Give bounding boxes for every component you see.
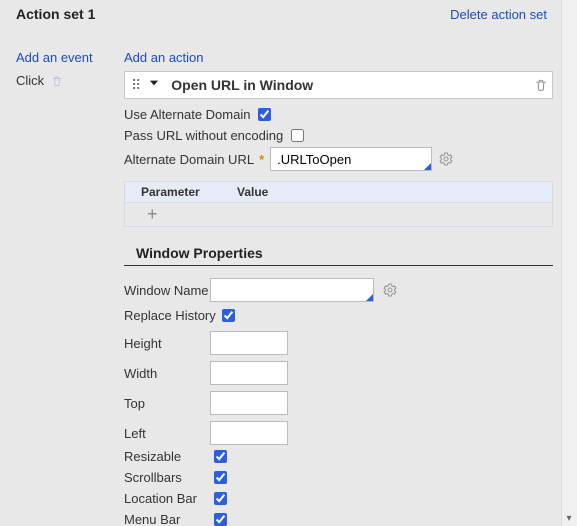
parameters-header: Parameter Value (124, 181, 553, 203)
menu-bar-row: Menu Bar (124, 510, 553, 526)
window-name-gear-icon[interactable] (380, 280, 400, 300)
top-input[interactable] (210, 391, 288, 415)
delete-event-icon[interactable] (50, 74, 64, 88)
scrollbars-label: Scrollbars (124, 470, 210, 485)
use-alt-domain-checkbox[interactable] (258, 108, 271, 121)
pass-url-checkbox[interactable] (291, 129, 304, 142)
header: Action set 1 Delete action set (0, 0, 577, 28)
height-input[interactable] (210, 331, 288, 355)
replace-history-label: Replace History (124, 308, 216, 323)
event-item-label: Click (16, 73, 44, 88)
scroll-down-icon[interactable]: ▾ (563, 512, 575, 524)
location-bar-label: Location Bar (124, 491, 210, 506)
action-type-label: Open URL in Window (167, 77, 530, 93)
resizable-checkbox[interactable] (214, 450, 227, 463)
window-name-input[interactable] (210, 278, 374, 302)
top-row: Top (124, 391, 553, 415)
replace-history-row: Replace History (124, 306, 553, 325)
delete-action-icon[interactable] (530, 77, 552, 93)
delete-action-set-link[interactable]: Delete action set (450, 7, 547, 22)
bool-props: Resizable Scrollbars Location Bar Menu B… (124, 447, 553, 526)
action-set-title: Action set 1 (16, 6, 95, 22)
use-alt-domain-row: Use Alternate Domain (124, 105, 553, 124)
replace-history-checkbox[interactable] (222, 309, 235, 322)
height-row: Height (124, 331, 553, 355)
menu-bar-checkbox[interactable] (214, 513, 227, 526)
resizable-row: Resizable (124, 447, 553, 466)
action-set-editor: Action set 1 Delete action set Add an ev… (0, 0, 577, 526)
top-label: Top (124, 396, 210, 411)
pass-url-label: Pass URL without encoding (124, 128, 283, 143)
use-alt-domain-label: Use Alternate Domain (124, 107, 250, 122)
event-item[interactable]: Click (16, 73, 124, 88)
window-name-input-wrap (210, 278, 374, 302)
action-header-bar: ⠿ Open URL in Window (124, 71, 553, 99)
body: Add an event Click Add an action ⠿ Open … (0, 28, 577, 526)
parameters-col-parameter: Parameter (125, 185, 235, 199)
height-label: Height (124, 336, 210, 351)
left-row: Left (124, 421, 553, 445)
alt-domain-url-input[interactable] (270, 147, 432, 171)
action-type-dropdown-icon[interactable] (147, 76, 167, 95)
location-bar-checkbox[interactable] (214, 492, 227, 505)
parameters-add-button[interactable]: + (124, 203, 553, 227)
width-input[interactable] (210, 361, 288, 385)
width-label: Width (124, 366, 210, 381)
parameters-table: Parameter Value + (124, 181, 553, 227)
left-label: Left (124, 426, 210, 441)
scrollbar-track[interactable]: ▾ (561, 0, 577, 526)
alt-domain-url-label: Alternate Domain URL (124, 152, 254, 167)
resizable-label: Resizable (124, 449, 210, 464)
required-star-icon: * (258, 152, 266, 167)
events-column: Add an event Click (16, 28, 124, 526)
add-event-link[interactable]: Add an event (16, 50, 124, 65)
menu-bar-label: Menu Bar (124, 512, 210, 526)
actions-column: Add an action ⠿ Open URL in Window Use A… (124, 28, 561, 526)
add-action-link[interactable]: Add an action (124, 50, 553, 65)
scrollbars-checkbox[interactable] (214, 471, 227, 484)
location-bar-row: Location Bar (124, 489, 553, 508)
window-name-label: Window Name (124, 283, 210, 298)
window-name-row: Window Name (124, 278, 553, 302)
left-input[interactable] (210, 421, 288, 445)
parameters-col-value: Value (235, 185, 552, 199)
scrollbars-row: Scrollbars (124, 468, 553, 487)
window-properties-title: Window Properties (124, 245, 553, 266)
alt-domain-url-row: Alternate Domain URL * (124, 147, 553, 171)
pass-url-row: Pass URL without encoding (124, 126, 553, 145)
drag-handle-icon[interactable]: ⠿ (125, 77, 147, 94)
alt-domain-url-gear-icon[interactable] (436, 149, 456, 169)
alt-domain-url-input-wrap (270, 147, 432, 171)
width-row: Width (124, 361, 553, 385)
